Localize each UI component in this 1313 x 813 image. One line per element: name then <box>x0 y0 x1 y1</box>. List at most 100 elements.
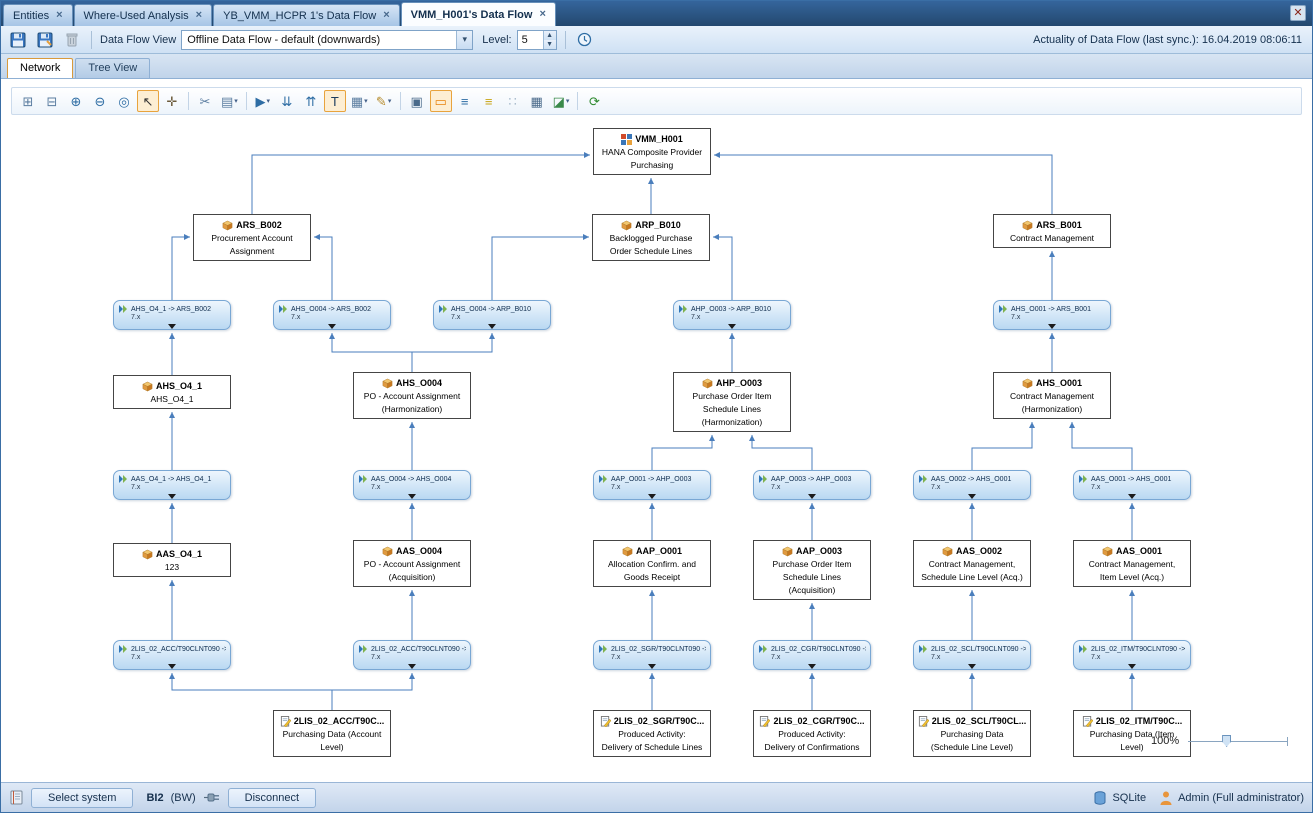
transformation-2lis-02-acc-t90clnt090[interactable]: 2LIS_02_ACC/T90CLNT090 ->...7.x <box>353 640 471 670</box>
document-tab-vmm-h001-s-data-flow[interactable]: VMM_H001's Data Flow× <box>401 2 556 26</box>
save-icon[interactable] <box>7 29 29 51</box>
node-aap-o001[interactable]: AAP_O001Allocation Confirm. andGoods Rec… <box>593 540 711 587</box>
chevron-down-icon[interactable] <box>728 324 736 329</box>
delete-icon[interactable] <box>61 29 83 51</box>
level-stepper[interactable]: 5 ▲▼ <box>517 30 557 50</box>
sync-time-icon[interactable] <box>574 29 596 51</box>
chevron-down-icon[interactable] <box>488 324 496 329</box>
node-aas-o004[interactable]: AAS_O004PO - Account Assignment(Acquisit… <box>353 540 471 587</box>
pointer-tool-icon[interactable]: ↖ <box>137 90 159 112</box>
text-tool-icon[interactable]: T <box>324 90 346 112</box>
system-list-icon[interactable] <box>9 790 24 805</box>
node-ahs-o4-1[interactable]: AHS_O4_1AHS_O4_1 <box>113 375 231 409</box>
transformation-aas-o001-ahs-o001[interactable]: AAS_O001 -> AHS_O0017.x <box>1073 470 1191 500</box>
chevron-down-icon[interactable]: ▾ <box>364 97 368 105</box>
transformation-ahs-o4-1-ars-b002[interactable]: AHS_O4_1 -> ARS_B0027.x <box>113 300 231 330</box>
snap-grid-icon[interactable]: ∷ <box>502 90 524 112</box>
close-icon[interactable]: ✕ <box>1290 5 1306 21</box>
chevron-down-icon[interactable] <box>328 324 336 329</box>
chevron-down-icon[interactable] <box>1128 494 1136 499</box>
collapse-all-icon[interactable]: ⇊ <box>276 90 298 112</box>
transformation-aas-o002-ahs-o001[interactable]: AAS_O002 -> AHS_O0017.x <box>913 470 1031 500</box>
layout-options-icon[interactable]: ▤▾ <box>218 90 241 112</box>
node-aas-o4-1[interactable]: AAS_O4_1123 <box>113 543 231 577</box>
annotate-icon[interactable]: ✎▾ <box>373 90 395 112</box>
document-tab-entities[interactable]: Entities× <box>3 4 73 26</box>
transformation-ahp-o003-arp-b010[interactable]: AHP_O003 -> ARP_B0107.x <box>673 300 791 330</box>
zoom-slider[interactable] <box>1188 734 1288 748</box>
chevron-down-icon[interactable] <box>1048 324 1056 329</box>
hierarchy-view-icon[interactable]: ▦▾ <box>348 90 371 112</box>
birdseye-view-icon[interactable]: ⊟ <box>41 90 63 112</box>
overview-grid-icon[interactable]: ⊞ <box>17 90 39 112</box>
chevron-down-icon[interactable] <box>408 664 416 669</box>
disconnect-button[interactable]: Disconnect <box>228 788 316 808</box>
frame-tool-icon[interactable]: ▭ <box>430 90 452 112</box>
cut-icon[interactable]: ✂ <box>194 90 216 112</box>
transformation-ahs-o004-ars-b002[interactable]: AHS_O004 -> ARS_B0027.x <box>273 300 391 330</box>
node-aap-o003[interactable]: AAP_O003Purchase Order ItemSchedule Line… <box>753 540 871 600</box>
chevron-down-icon[interactable] <box>808 664 816 669</box>
node-ds-cgr[interactable]: 2LIS_02_CGR/T90C...Produced Activity:Del… <box>753 710 871 757</box>
tab-network[interactable]: Network <box>7 58 73 78</box>
chevron-down-icon[interactable]: ▾ <box>234 97 238 105</box>
chevron-down-icon[interactable] <box>968 664 976 669</box>
node-ars-b002[interactable]: ARS_B002Procurement AccountAssignment <box>193 214 311 261</box>
chevron-down-icon[interactable]: ▾ <box>388 97 392 105</box>
node-ds-sgr[interactable]: 2LIS_02_SGR/T90C...Produced Activity:Del… <box>593 710 711 757</box>
node-aas-o001[interactable]: AAS_O001Contract Management,Item Level (… <box>1073 540 1191 587</box>
chevron-down-icon[interactable] <box>808 494 816 499</box>
save-all-icon[interactable] <box>34 29 56 51</box>
transformation-ahs-o001-ars-b001[interactable]: AHS_O001 -> ARS_B0017.x <box>993 300 1111 330</box>
transformation-aas-o004-ahs-o004[interactable]: AAS_O004 -> AHS_O0047.x <box>353 470 471 500</box>
chevron-down-icon[interactable] <box>648 664 656 669</box>
node-aas-o002[interactable]: AAS_O002Contract Management,Schedule Lin… <box>913 540 1031 587</box>
chevron-down-icon[interactable] <box>1128 664 1136 669</box>
transformation-2lis-02-acc-t90clnt090[interactable]: 2LIS_02_ACC/T90CLNT090 ->...7.x <box>113 640 231 670</box>
node-arp-b010[interactable]: ARP_B010Backlogged PurchaseOrder Schedul… <box>592 214 710 261</box>
document-tab-yb-vmm-hcpr-1-s-data-flow[interactable]: YB_VMM_HCPR 1's Data Flow× <box>213 4 400 26</box>
document-tab-where-used-analysis[interactable]: Where-Used Analysis× <box>74 4 213 26</box>
transformation-aap-o003-ahp-o003[interactable]: AAP_O003 -> AHP_O0037.x <box>753 470 871 500</box>
refresh-icon[interactable]: ⟳ <box>583 90 605 112</box>
chart-view-icon[interactable]: ◪▾ <box>550 90 573 112</box>
node-ds-acc[interactable]: 2LIS_02_ACC/T90C...Purchasing Data (Acco… <box>273 710 391 757</box>
expand-all-icon[interactable]: ⇈ <box>300 90 322 112</box>
chevron-down-icon[interactable]: ▾ <box>267 97 271 105</box>
transformation-aas-o4-1-ahs-o4-1[interactable]: AAS_O4_1 -> AHS_O4_17.x <box>113 470 231 500</box>
spin-down-icon[interactable]: ▼ <box>544 40 556 49</box>
spin-up-icon[interactable]: ▲ <box>544 31 556 40</box>
navigate-icon[interactable]: ▶▾ <box>252 90 274 112</box>
zoom-in-icon[interactable]: ⊕ <box>65 90 87 112</box>
pan-tool-icon[interactable]: ✛ <box>161 90 183 112</box>
data-flow-select[interactable]: Offline Data Flow - default (downwards) … <box>181 30 473 50</box>
zoom-out-icon[interactable]: ⊖ <box>89 90 111 112</box>
transformation-2lis-02-sgr-t90clnt090[interactable]: 2LIS_02_SGR/T90CLNT090 ->...7.x <box>593 640 711 670</box>
tab-close-icon[interactable]: × <box>539 9 545 20</box>
node-ahs-o004[interactable]: AHS_O004PO - Account Assignment(Harmoniz… <box>353 372 471 419</box>
chevron-down-icon[interactable] <box>648 494 656 499</box>
zoom-slider-thumb[interactable] <box>1222 735 1231 747</box>
chevron-down-icon[interactable]: ▾ <box>456 31 472 49</box>
print-icon[interactable]: ▣ <box>406 90 428 112</box>
chevron-down-icon[interactable] <box>408 494 416 499</box>
node-ars-b001[interactable]: ARS_B001Contract Management <box>993 214 1111 248</box>
chevron-down-icon[interactable] <box>168 324 176 329</box>
transformation-2lis-02-itm-t90clnt090[interactable]: 2LIS_02_ITM/T90CLNT090 ->...7.x <box>1073 640 1191 670</box>
chevron-down-icon[interactable]: ▾ <box>566 97 570 105</box>
transformation-2lis-02-cgr-t90clnt090[interactable]: 2LIS_02_CGR/T90CLNT090 ->...7.x <box>753 640 871 670</box>
select-system-button[interactable]: Select system <box>31 788 133 808</box>
tab-close-icon[interactable]: × <box>56 10 62 21</box>
tab-close-icon[interactable]: × <box>196 10 202 21</box>
chevron-down-icon[interactable] <box>968 494 976 499</box>
transformation-aap-o001-ahp-o003[interactable]: AAP_O001 -> AHP_O0037.x <box>593 470 711 500</box>
chevron-down-icon[interactable] <box>168 494 176 499</box>
node-ds-scl[interactable]: 2LIS_02_SCL/T90CL...Purchasing Data(Sche… <box>913 710 1031 757</box>
tab-tree-view[interactable]: Tree View <box>75 58 150 78</box>
tab-close-icon[interactable]: × <box>383 10 389 21</box>
node-vmm-h001[interactable]: VMM_H001HANA Composite ProviderPurchasin… <box>593 128 711 175</box>
node-ahp-o003[interactable]: AHP_O003Purchase Order ItemSchedule Line… <box>673 372 791 432</box>
diagram-canvas[interactable]: ⊞⊟⊕⊖◎↖✛✂▤▾▶▾⇊⇈T▦▾✎▾▣▭≡≡∷▦◪▾⟳ VMM_H001HAN… <box>1 79 1312 782</box>
layers-back-icon[interactable]: ≡ <box>478 90 500 112</box>
transformation-2lis-02-scl-t90clnt090[interactable]: 2LIS_02_SCL/T90CLNT090 ->...7.x <box>913 640 1031 670</box>
